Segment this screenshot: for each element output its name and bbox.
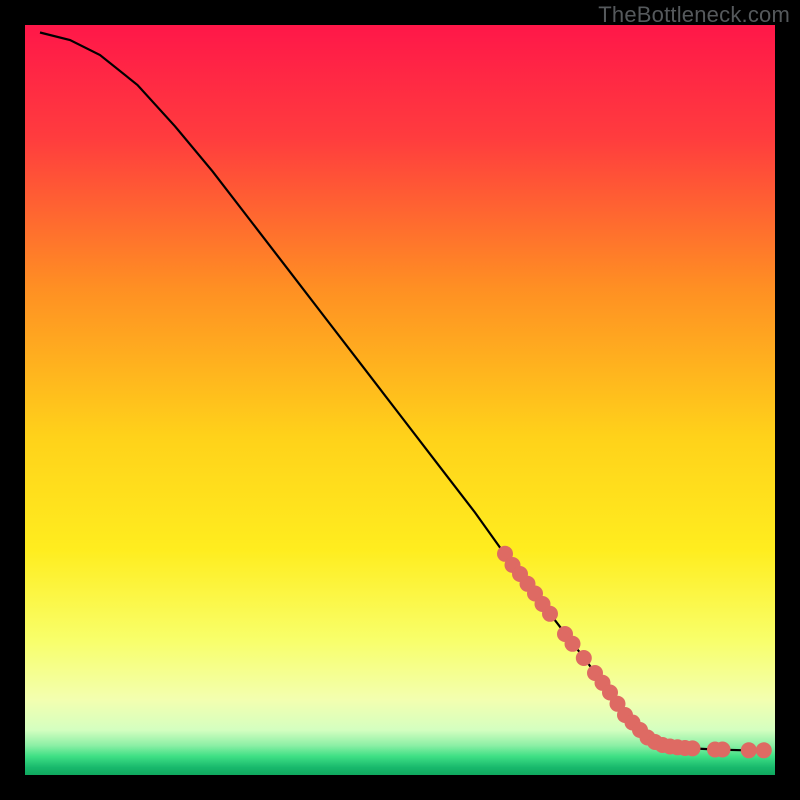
chart-root: TheBottleneck.com [0, 0, 800, 800]
plot-svg [25, 25, 775, 775]
highlighted-dot [542, 606, 558, 622]
highlighted-dot [741, 742, 757, 758]
plot-area [25, 25, 775, 775]
highlighted-dot [715, 742, 731, 758]
gradient-background [25, 25, 775, 775]
highlighted-dot [565, 636, 581, 652]
highlighted-dot [685, 740, 701, 756]
highlighted-dot [576, 650, 592, 666]
watermark-text: TheBottleneck.com [598, 2, 790, 28]
highlighted-dot [756, 742, 772, 758]
